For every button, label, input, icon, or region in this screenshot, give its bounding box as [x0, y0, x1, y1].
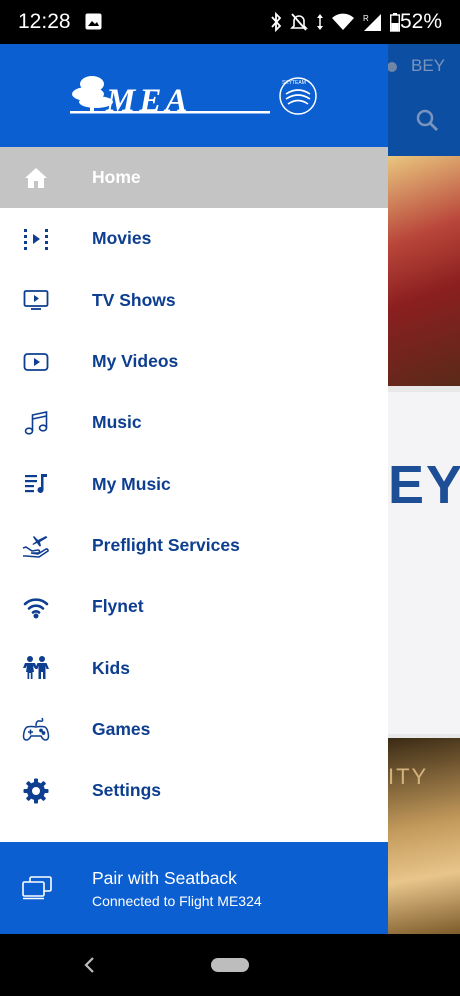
status-icons: R — [270, 12, 400, 32]
nav-label-kids: Kids — [92, 657, 130, 678]
nav-label-flynet: Flynet — [92, 596, 144, 617]
nav-label-my-videos: My Videos — [92, 351, 179, 372]
background-card2-text: ITY — [388, 764, 429, 789]
nav-item-kids[interactable]: Kids — [0, 637, 388, 698]
image-icon — [85, 13, 102, 30]
status-dot — [387, 62, 397, 72]
nav-label-settings: Settings — [92, 780, 162, 801]
brand-wordmark: MEA — [105, 83, 191, 119]
tv-icon — [22, 286, 50, 314]
navigation-drawer: MEA SKYTEAM Home Movies TV Shows My Vide… — [0, 44, 388, 934]
wifi-icon — [332, 13, 354, 30]
background-card: EY — [388, 392, 460, 734]
background-hero-image — [388, 156, 460, 386]
movies-icon — [22, 225, 50, 253]
airport-code: BEY — [411, 56, 446, 75]
gear-icon — [22, 777, 50, 805]
kids-icon — [22, 654, 50, 682]
battery-percent: 52% — [399, 10, 442, 33]
back-icon[interactable] — [80, 954, 100, 976]
nav-item-games[interactable]: Games — [0, 699, 388, 760]
search-icon — [416, 109, 438, 131]
nav-list: Home Movies TV Shows My Videos Music My … — [0, 147, 388, 821]
nav-label-music: Music — [92, 412, 142, 433]
nav-item-flynet[interactable]: Flynet — [0, 576, 388, 637]
nav-item-settings[interactable]: Settings — [0, 760, 388, 821]
nav-item-my-videos[interactable]: My Videos — [0, 331, 388, 392]
play-icon — [22, 348, 50, 376]
system-nav-bar — [0, 934, 460, 996]
battery-icon — [390, 13, 400, 32]
mea-logo: MEA SKYTEAM — [70, 76, 317, 119]
svg-text:R: R — [363, 14, 369, 23]
nav-label-tv-shows: TV Shows — [92, 289, 176, 310]
status-time: 12:28 — [18, 10, 71, 33]
nav-item-tv-shows[interactable]: TV Shows — [0, 270, 388, 331]
status-bar: 12:28 R 52% — [0, 0, 460, 44]
nav-item-home[interactable]: Home — [0, 147, 388, 209]
plane-hand-icon — [22, 531, 50, 559]
home-pill[interactable] — [211, 958, 249, 972]
bluetooth-icon — [271, 12, 282, 32]
mute-icon — [290, 13, 308, 31]
alliance-wordmark: SKYTEAM — [282, 80, 306, 86]
gamepad-icon — [22, 715, 50, 743]
home-icon — [22, 164, 50, 192]
nav-item-movies[interactable]: Movies — [0, 208, 388, 269]
nav-item-preflight-services[interactable]: Preflight Services — [0, 515, 388, 576]
music-note-icon — [22, 409, 50, 437]
nav-label-movies: Movies — [92, 228, 152, 249]
data-arrows-icon — [317, 14, 323, 30]
flynet-wifi-icon — [22, 593, 50, 621]
nav-item-music[interactable]: Music — [0, 392, 388, 453]
connection-status: Connected to Flight ME324 — [92, 893, 262, 909]
nav-label-preflight-services: Preflight Services — [92, 534, 240, 555]
nav-label-home: Home — [92, 167, 141, 188]
drawer-header: MEA SKYTEAM — [0, 44, 388, 147]
playlist-icon — [22, 470, 50, 498]
background-card-image: ITY — [388, 738, 460, 934]
background-card-text: EY — [388, 455, 460, 515]
signal-icon: R — [363, 14, 381, 31]
nav-label-games: Games — [92, 718, 151, 739]
pair-seatback-button[interactable]: Pair with Seatback Connected to Flight M… — [0, 842, 388, 934]
nav-label-my-music: My Music — [92, 473, 171, 494]
seatback-screen-icon — [22, 876, 52, 900]
pair-title: Pair with Seatback — [92, 868, 237, 888]
nav-item-my-music[interactable]: My Music — [0, 453, 388, 514]
